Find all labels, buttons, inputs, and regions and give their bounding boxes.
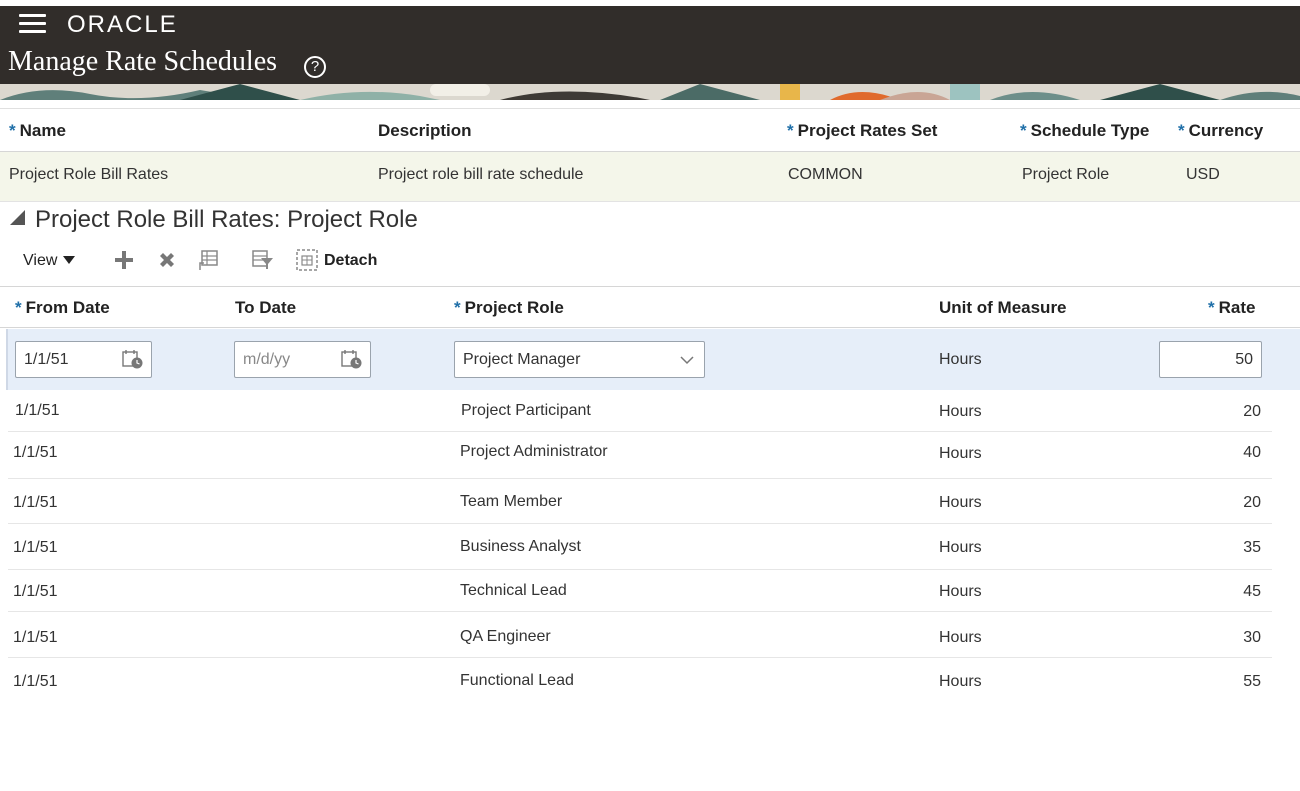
header-table-columns: * Name Description * Project Rates Set * Sc… [0,109,1300,152]
project-role-value: Project Manager [463,351,581,368]
project-role: Business Analyst [460,538,581,555]
collapse-triangle-icon[interactable] [10,210,25,225]
grid-header: * From Date To Date * Project Role Unit of… [0,286,1300,328]
calendar-icon[interactable] [341,349,363,369]
calendar-icon[interactable] [122,349,144,369]
rate-input[interactable]: 50 [1159,341,1262,378]
column-unit-of-measure[interactable]: Unit of Measure [939,298,1067,318]
detach-button[interactable]: Detach [324,252,377,270]
column-to-date[interactable]: To Date [235,298,296,318]
table-row[interactable]: 1/1/51 Team Member Hours 20 [8,479,1272,524]
oracle-logo: ORACLE [67,11,178,38]
rates-grid: * From Date To Date * Project Role Unit of… [0,286,1300,696]
from-date: 1/1/51 [13,673,58,690]
rate: 55 [1243,673,1261,690]
table-row[interactable]: 1/1/51 Functional Lead Hours 55 [8,658,1272,696]
column-description: Description [378,121,472,140]
view-menu-button[interactable]: View [23,252,76,270]
rate-schedule-header-table: * Name Description * Project Rates Set * Sc… [0,108,1300,204]
from-date: 1/1/51 [13,629,58,646]
project-role: Project Administrator [460,443,608,460]
query-by-example-icon[interactable] [251,248,275,272]
column-name: * Name [9,121,66,140]
global-header: ORACLE Manage Rate Schedules ? [0,6,1300,84]
column-from-date[interactable]: * From Date [15,298,110,318]
column-project-rates-set: * Project Rates Set [787,121,938,140]
project-role: Team Member [460,493,563,510]
chevron-down-icon[interactable] [680,353,694,367]
selected-edit-row[interactable]: 1/1/51 m/d/yy Project Manager Hours 50 [6,329,1300,390]
from-date: 1/1/51 [15,402,60,419]
unit-of-measure-value: Hours [939,351,982,368]
project-role: Functional Lead [460,672,574,689]
unit-of-measure: Hours [939,445,982,462]
rate: 35 [1243,539,1261,556]
project-rates-set: COMMON [788,166,863,183]
section-title: Project Role Bill Rates: Project Role [10,206,418,234]
rate: 30 [1243,629,1261,646]
help-icon[interactable]: ? [304,56,326,78]
grid-toolbar: View Detach [0,244,1300,278]
column-currency: * Currency [1178,121,1264,140]
decorative-banner [0,84,1300,100]
from-date-value: 1/1/51 [24,351,69,368]
rate: 20 [1243,403,1261,420]
schedule-name: Project Role Bill Rates [9,166,169,183]
rate: 40 [1243,444,1261,461]
to-date-placeholder: m/d/yy [243,351,291,368]
dropdown-arrow-icon [63,256,76,264]
table-row[interactable]: 1/1/51 Project Administrator Hours 40 [8,432,1272,479]
column-rate[interactable]: * Rate [1208,298,1255,318]
project-role: QA Engineer [460,628,551,645]
from-date: 1/1/51 [13,539,58,556]
column-schedule-type: * Schedule Type [1020,121,1150,140]
table-row[interactable]: 1/1/51 Technical Lead Hours 45 [8,570,1272,612]
header-table-row[interactable]: Project Role Bill Rates Project role bil… [0,152,1300,202]
unit-of-measure: Hours [939,583,982,600]
schedule-description: Project role bill rate schedule [378,166,584,183]
column-project-role[interactable]: * Project Role [454,298,564,318]
table-row[interactable]: 1/1/51 QA Engineer Hours 30 [8,612,1272,658]
rate: 20 [1243,494,1261,511]
unit-of-measure: Hours [939,539,982,556]
unit-of-measure: Hours [939,494,982,511]
project-role: Technical Lead [460,582,567,599]
freeze-columns-icon[interactable] [197,248,221,272]
table-row[interactable]: 1/1/51 Project Participant Hours 20 [8,390,1272,432]
from-date: 1/1/51 [13,444,58,461]
project-role-select[interactable]: Project Manager [454,341,705,378]
page-title: Manage Rate Schedules [8,46,278,77]
delete-row-icon[interactable] [155,248,179,272]
detach-icon[interactable] [295,248,319,272]
unit-of-measure: Hours [939,403,982,420]
rate: 45 [1243,583,1261,600]
hamburger-menu-icon[interactable] [19,12,46,36]
unit-of-measure: Hours [939,673,982,690]
currency: USD [1186,166,1220,183]
to-date-input[interactable]: m/d/yy [234,341,371,378]
table-row[interactable]: 1/1/51 Business Analyst Hours 35 [8,524,1272,570]
project-role: Project Participant [461,402,591,419]
add-row-icon[interactable] [112,248,136,272]
from-date: 1/1/51 [13,494,58,511]
view-menu-label: View [23,252,58,269]
from-date-input[interactable]: 1/1/51 [15,341,152,378]
unit-of-measure: Hours [939,629,982,646]
schedule-type: Project Role [1022,166,1110,183]
section-title-text: Project Role Bill Rates: Project Role [35,206,418,233]
from-date: 1/1/51 [13,583,58,600]
